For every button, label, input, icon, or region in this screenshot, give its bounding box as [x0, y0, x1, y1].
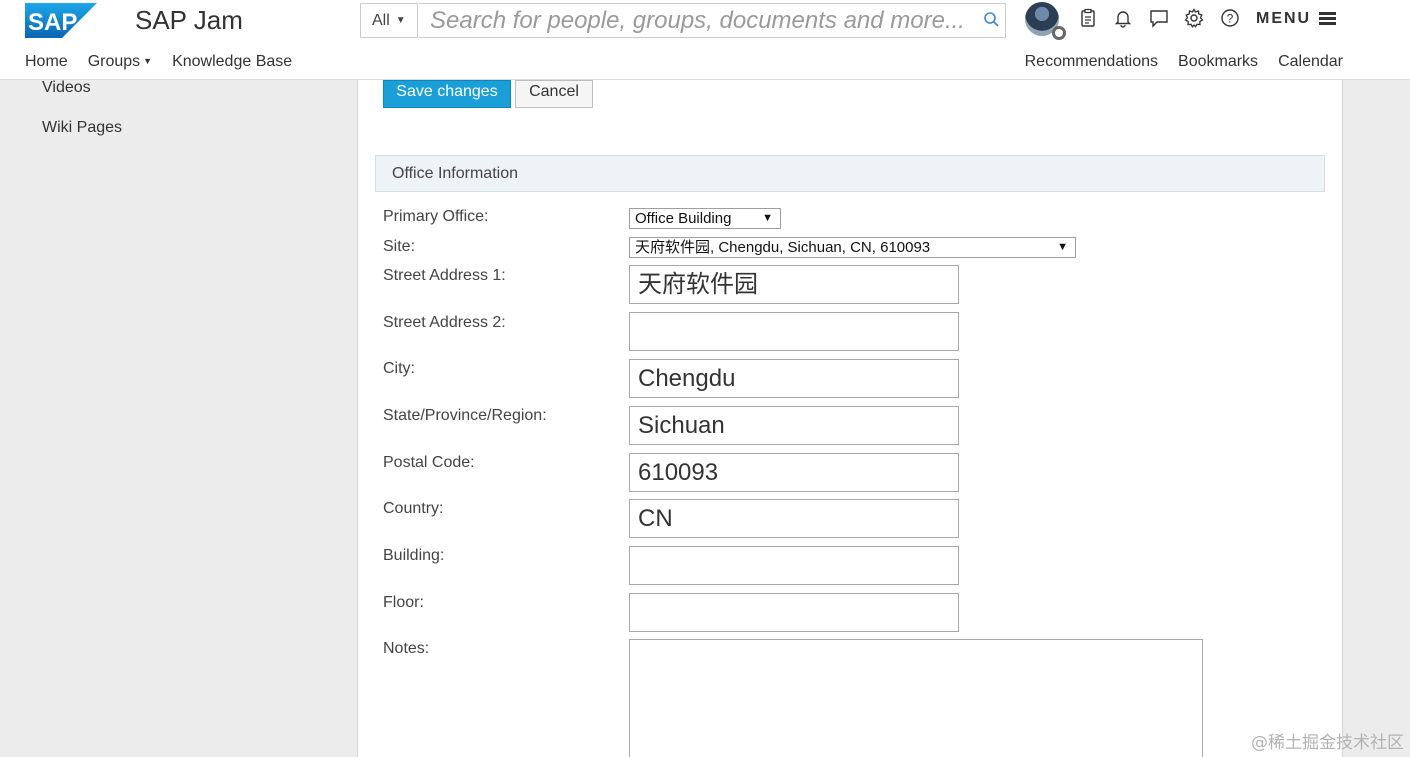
state-field[interactable]: Sichuan — [629, 406, 959, 445]
app-title[interactable]: SAP Jam — [135, 5, 243, 36]
city-label: City: — [383, 360, 415, 377]
bell-icon[interactable] — [1113, 8, 1133, 28]
section-header-office-information: Office Information — [375, 155, 1325, 192]
chevron-down-icon: ▼ — [762, 212, 773, 224]
sap-logo[interactable]: SAP — [25, 3, 97, 38]
watermark: @稀土掘金技术社区 — [1251, 733, 1404, 753]
search-scope-dropdown[interactable]: All ▼ — [360, 3, 418, 38]
search-scope-label: All — [372, 11, 390, 29]
building-label: Building: — [383, 547, 445, 564]
primary-office-select[interactable]: Office Building ▼ — [629, 208, 781, 229]
search-icon[interactable] — [983, 11, 1001, 29]
nav-knowledge-base[interactable]: Knowledge Base — [172, 53, 292, 71]
primary-nav: Home Groups ▼ Knowledge Base — [25, 53, 312, 71]
floor-field[interactable] — [629, 593, 959, 632]
hamburger-icon — [1319, 12, 1337, 26]
street-address-2-field[interactable] — [629, 312, 959, 351]
state-label: State/Province/Region: — [383, 407, 547, 424]
chat-icon[interactable] — [1149, 8, 1169, 28]
primary-office-value: Office Building — [635, 210, 732, 227]
cancel-button[interactable]: Cancel — [515, 80, 593, 108]
site-label: Site: — [383, 238, 416, 255]
primary-office-label: Primary Office: — [383, 208, 489, 225]
floor-label: Floor: — [383, 594, 424, 611]
sidebar-item-videos[interactable]: Videos — [42, 79, 91, 97]
svg-text:?: ? — [1227, 12, 1234, 26]
nav-groups[interactable]: Groups ▼ — [88, 53, 152, 71]
street-address-1-field[interactable]: 天府软件园 — [629, 265, 959, 304]
country-field[interactable]: CN — [629, 499, 959, 538]
menu-label: MENU — [1256, 10, 1312, 27]
notes-label: Notes: — [383, 640, 430, 657]
nav-home[interactable]: Home — [25, 53, 68, 71]
notes-textarea[interactable] — [629, 639, 1203, 757]
search-input[interactable] — [419, 3, 1006, 38]
nav-groups-label: Groups — [87, 53, 141, 70]
svg-text:SAP: SAP — [28, 9, 77, 36]
save-changes-button[interactable]: Save changes — [383, 80, 511, 108]
country-label: Country: — [383, 500, 444, 517]
street-address-1-label: Street Address 1: — [383, 267, 506, 284]
site-value: 天府软件园, Chengdu, Sichuan, CN, 610093 — [635, 239, 931, 256]
postal-code-field[interactable]: 610093 — [629, 453, 959, 492]
sidebar-item-wiki-pages[interactable]: Wiki Pages — [42, 119, 122, 137]
nav-calendar[interactable]: Calendar — [1278, 53, 1343, 71]
postal-code-label: Postal Code: — [383, 454, 475, 471]
secondary-nav: Recommendations Bookmarks Calendar — [1005, 53, 1343, 71]
site-select[interactable]: 天府软件园, Chengdu, Sichuan, CN, 610093 ▼ — [629, 237, 1076, 258]
chevron-down-icon: ▼ — [395, 15, 406, 26]
building-field[interactable] — [629, 546, 959, 585]
chevron-down-icon: ▼ — [1057, 241, 1068, 253]
menu-button[interactable]: MENU — [1256, 10, 1337, 28]
help-icon[interactable]: ? — [1220, 8, 1240, 28]
nav-bookmarks[interactable]: Bookmarks — [1178, 53, 1258, 71]
nav-recommendations[interactable]: Recommendations — [1025, 53, 1158, 71]
street-address-2-label: Street Address 2: — [383, 314, 506, 331]
chevron-down-icon: ▼ — [143, 56, 153, 66]
gear-icon[interactable] — [1184, 8, 1204, 28]
status-badge — [1052, 26, 1066, 40]
clipboard-icon[interactable] — [1078, 8, 1098, 28]
city-field[interactable]: Chengdu — [629, 359, 959, 398]
